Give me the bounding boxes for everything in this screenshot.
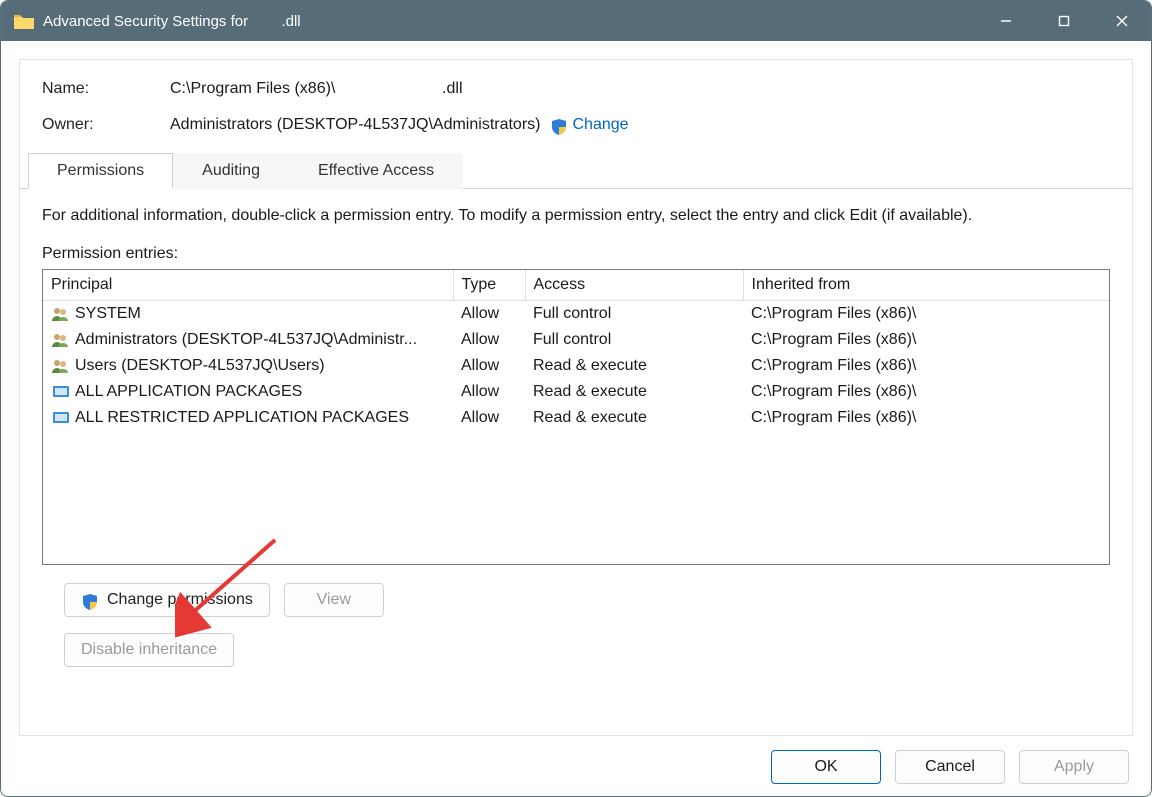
close-button[interactable] xyxy=(1093,1,1151,41)
titlebar: Advanced Security Settings for .dll xyxy=(1,1,1151,41)
cell-inherited: C:\Program Files (x86)\ xyxy=(743,327,1109,353)
cell-access: Read & execute xyxy=(525,405,743,431)
cell-access: Read & execute xyxy=(525,353,743,379)
inner-panel: Name: C:\Program Files (x86)\ .dll Owner… xyxy=(19,59,1133,736)
tab-auditing[interactable]: Auditing xyxy=(173,153,289,189)
cell-type: Allow xyxy=(453,353,525,379)
table-row[interactable]: ALL APPLICATION PACKAGES AllowRead & exec… xyxy=(43,379,1109,405)
cell-principal: ALL RESTRICTED APPLICATION PACKAGES xyxy=(75,409,409,426)
cell-inherited: C:\Program Files (x86)\ xyxy=(743,379,1109,405)
owner-value: Administrators (DESKTOP-4L537JQ\Administ… xyxy=(170,116,540,134)
minimize-button[interactable] xyxy=(977,1,1035,41)
inheritance-button-row: Disable inheritance xyxy=(42,617,1110,667)
owner-label: Owner: xyxy=(42,116,170,134)
cell-principal: Administrators (DESKTOP-4L537JQ\Administ… xyxy=(75,331,417,348)
tab-strip: Permissions Auditing Effective Access xyxy=(20,152,1132,189)
cell-type: Allow xyxy=(453,379,525,405)
change-owner-link[interactable]: Change xyxy=(550,116,628,134)
package-icon xyxy=(51,410,71,426)
cell-access: Full control xyxy=(525,327,743,353)
cell-inherited: C:\Program Files (x86)\ xyxy=(743,405,1109,431)
permission-entries-table[interactable]: Principal Type Access Inherited from SYS… xyxy=(42,269,1110,565)
permissions-tab-body: For additional information, double-click… xyxy=(20,189,1132,723)
action-button-row: Change permissions View xyxy=(42,565,1110,617)
tab-permissions[interactable]: Permissions xyxy=(28,153,173,189)
shield-icon xyxy=(550,118,568,136)
table-row[interactable]: Administrators (DESKTOP-4L537JQ\Administ… xyxy=(43,327,1109,353)
shield-icon xyxy=(81,593,99,611)
name-value: C:\Program Files (x86)\ .dll xyxy=(170,80,463,98)
cell-inherited: C:\Program Files (x86)\ xyxy=(743,353,1109,379)
table-row[interactable]: ALL RESTRICTED APPLICATION PACKAGES Allow… xyxy=(43,405,1109,431)
users-icon xyxy=(51,358,71,374)
cell-type: Allow xyxy=(453,405,525,431)
table-row[interactable]: SYSTEM AllowFull controlC:\Program Files … xyxy=(43,301,1109,328)
table-header-row: Principal Type Access Inherited from xyxy=(43,270,1109,301)
cell-principal: Users (DESKTOP-4L537JQ\Users) xyxy=(75,357,325,374)
cell-type: Allow xyxy=(453,327,525,353)
table-row[interactable]: Users (DESKTOP-4L537JQ\Users) AllowRead &… xyxy=(43,353,1109,379)
maximize-button[interactable] xyxy=(1035,1,1093,41)
col-inherited[interactable]: Inherited from xyxy=(743,270,1109,301)
advanced-security-window: Advanced Security Settings for .dll Name… xyxy=(0,0,1152,797)
package-icon xyxy=(51,384,71,400)
dialog-footer: OK Cancel Apply xyxy=(19,736,1133,784)
apply-button[interactable]: Apply xyxy=(1019,750,1129,784)
change-permissions-label: Change permissions xyxy=(107,591,253,609)
users-icon xyxy=(51,332,71,348)
help-text: For additional information, double-click… xyxy=(42,207,1110,225)
cancel-button[interactable]: Cancel xyxy=(895,750,1005,784)
object-info: Name: C:\Program Files (x86)\ .dll Owner… xyxy=(20,60,1132,152)
name-label: Name: xyxy=(42,80,170,98)
folder-icon xyxy=(11,8,37,34)
change-permissions-button[interactable]: Change permissions xyxy=(64,583,270,617)
client-area: Name: C:\Program Files (x86)\ .dll Owner… xyxy=(1,41,1151,796)
col-access[interactable]: Access xyxy=(525,270,743,301)
cell-type: Allow xyxy=(453,301,525,328)
cell-principal: ALL APPLICATION PACKAGES xyxy=(75,383,302,400)
entries-label: Permission entries: xyxy=(42,245,1110,263)
cell-principal: SYSTEM xyxy=(75,305,141,322)
col-principal[interactable]: Principal xyxy=(43,270,453,301)
window-title-prefix: Advanced Security Settings for xyxy=(43,13,252,30)
col-type[interactable]: Type xyxy=(453,270,525,301)
change-owner-text: Change xyxy=(572,116,628,133)
ok-button[interactable]: OK xyxy=(771,750,881,784)
cell-inherited: C:\Program Files (x86)\ xyxy=(743,301,1109,328)
users-icon xyxy=(51,306,71,322)
disable-inheritance-button[interactable]: Disable inheritance xyxy=(64,633,234,667)
cell-access: Full control xyxy=(525,301,743,328)
window-title-filename: .dll xyxy=(252,13,300,30)
tab-effective-access[interactable]: Effective Access xyxy=(289,153,463,189)
view-button[interactable]: View xyxy=(284,583,384,617)
cell-access: Read & execute xyxy=(525,379,743,405)
